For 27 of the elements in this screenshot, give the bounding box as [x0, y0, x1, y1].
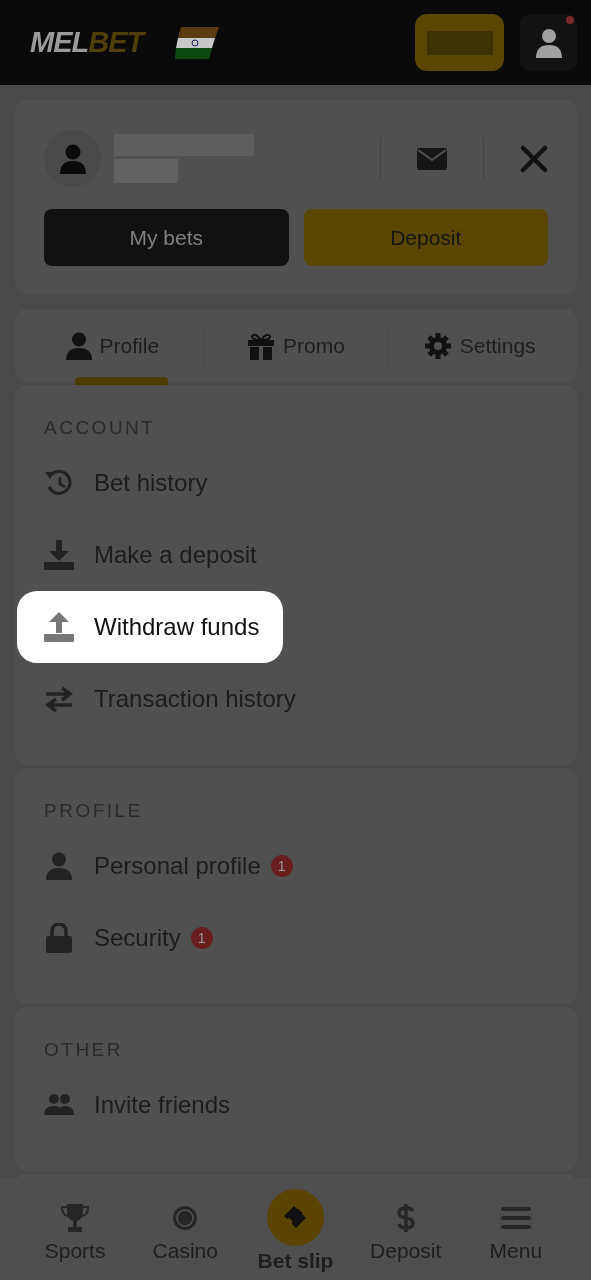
gift-icon [247, 331, 276, 360]
settings-icon [423, 331, 452, 360]
people-icon [44, 1093, 74, 1117]
count-badge: 1 [190, 927, 213, 949]
user-icon [534, 27, 563, 58]
mail-icon[interactable] [417, 147, 447, 170]
redacted-block [426, 30, 493, 55]
balance-button[interactable] [415, 14, 504, 71]
dollar-icon [395, 1203, 416, 1233]
transfer-icon [44, 686, 74, 712]
account-link[interactable]: Withdraw funds [17, 591, 284, 663]
user-button[interactable] [520, 14, 577, 71]
bets-button[interactable]: My bets [44, 209, 289, 266]
flag-icon [175, 26, 220, 59]
person-icon [44, 852, 74, 880]
history-icon [44, 468, 74, 498]
close-icon[interactable] [520, 144, 548, 173]
trophy-icon [60, 1203, 91, 1233]
count-badge: 1 [270, 855, 293, 877]
download-icon [44, 540, 74, 570]
deposit-button[interactable]: Deposit [303, 209, 548, 266]
menu-icon [500, 1206, 531, 1230]
logo[interactable]: MELBET [30, 26, 144, 59]
upload-icon [44, 612, 74, 642]
chip-icon [172, 1205, 199, 1231]
person-icon [65, 331, 92, 360]
lock-icon [44, 923, 74, 953]
